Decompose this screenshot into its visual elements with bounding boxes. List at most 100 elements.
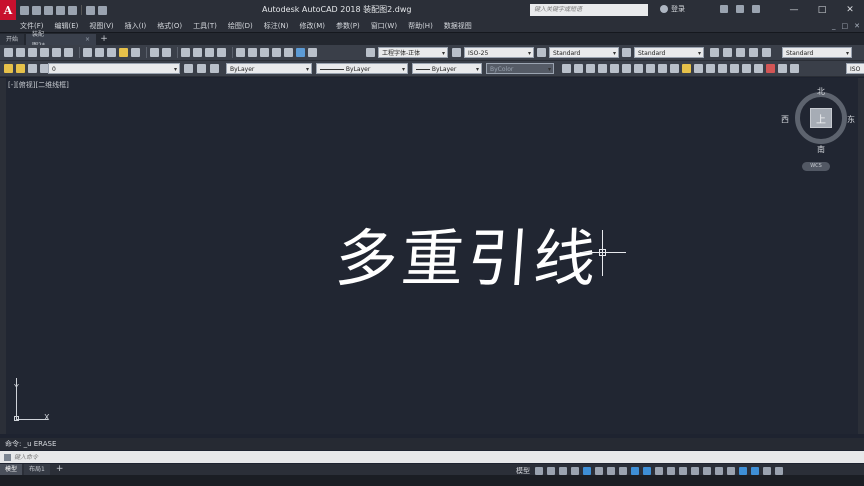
command-customize-icon[interactable] <box>4 453 11 461</box>
menu-tools[interactable]: 工具(T) <box>193 21 217 31</box>
snap-icon[interactable] <box>547 467 555 475</box>
text-style-icon[interactable] <box>366 48 375 57</box>
copy-icon[interactable] <box>95 48 104 57</box>
units-icon[interactable] <box>715 467 723 475</box>
linetype-select[interactable]: ByLayer ▾ <box>316 63 408 74</box>
plotstyle-select[interactable]: ByColor ▾ <box>486 63 554 74</box>
redo-icon[interactable] <box>162 48 171 57</box>
construction-line-icon[interactable] <box>574 64 583 73</box>
sheet-set-icon[interactable] <box>272 48 281 57</box>
rectangle-icon[interactable] <box>610 64 619 73</box>
remove-leader-icon[interactable] <box>736 48 745 57</box>
publish-icon[interactable] <box>64 48 73 57</box>
workspace-icon[interactable] <box>691 467 699 475</box>
dimension-icon[interactable] <box>790 64 799 73</box>
dim-style-select[interactable]: ISO-25 ▾ <box>464 47 534 58</box>
add-selected-icon[interactable] <box>778 64 787 73</box>
table-style-select[interactable]: Standard ▾ <box>549 47 619 58</box>
block-editor-icon[interactable] <box>131 48 140 57</box>
doc-minimize-button[interactable]: _ <box>832 22 836 30</box>
isolate-objects-icon[interactable] <box>739 467 747 475</box>
transparency-icon[interactable] <box>643 467 651 475</box>
revision-cloud-icon[interactable] <box>646 64 655 73</box>
redo-icon[interactable] <box>98 5 107 15</box>
arc-icon[interactable] <box>622 64 631 73</box>
close-button[interactable]: ✕ <box>836 0 864 20</box>
gradient-icon[interactable] <box>730 64 739 73</box>
menu-modify[interactable]: 修改(M) <box>299 21 325 31</box>
ortho-icon[interactable] <box>559 467 567 475</box>
layer-previous-icon[interactable] <box>210 64 219 73</box>
menu-help[interactable]: 帮助(H) <box>408 21 433 31</box>
lineweight-icon[interactable] <box>631 467 639 475</box>
doc-close-button[interactable]: ✕ <box>854 22 860 30</box>
undo-icon[interactable] <box>86 5 95 15</box>
compass-east[interactable]: 东 <box>847 114 855 125</box>
viewcube-face-top[interactable]: 上 <box>810 108 832 128</box>
table-icon[interactable] <box>754 64 763 73</box>
save-icon[interactable] <box>28 48 37 57</box>
color-select[interactable]: ByLayer ▾ <box>226 63 312 74</box>
menu-draw[interactable]: 绘图(D) <box>228 21 253 31</box>
open-icon[interactable] <box>32 5 41 15</box>
object-track-icon[interactable] <box>607 467 615 475</box>
minimize-button[interactable]: — <box>780 0 808 20</box>
polar-icon[interactable] <box>571 467 579 475</box>
menu-view[interactable]: 视图(V) <box>89 21 113 31</box>
search-input[interactable]: 键入关键字或短语 <box>530 4 648 16</box>
tab-close-icon[interactable]: × <box>85 34 90 45</box>
point-icon[interactable] <box>706 64 715 73</box>
tab-start[interactable]: 开始 <box>0 34 25 45</box>
style-select[interactable]: Standard ▾ <box>782 47 852 58</box>
zoom-previous-icon[interactable] <box>217 48 226 57</box>
menu-parametric[interactable]: 参数(P) <box>336 21 360 31</box>
circle-icon[interactable] <box>634 64 643 73</box>
save-icon[interactable] <box>44 5 53 15</box>
lineweight-select[interactable]: ByLayer ▾ <box>412 63 482 74</box>
annotation-scale-icon[interactable] <box>667 467 675 475</box>
dynamic-ucs-icon[interactable] <box>619 467 627 475</box>
paste-icon[interactable] <box>107 48 116 57</box>
help-icon[interactable] <box>752 5 760 13</box>
align-leaders-icon[interactable] <box>749 48 758 57</box>
lock-icon[interactable] <box>28 64 37 73</box>
quick-properties-icon[interactable] <box>727 467 735 475</box>
app-menu-button[interactable]: A <box>0 0 16 20</box>
mleader-style-select[interactable]: Standard ▾ <box>634 47 704 58</box>
hardware-acceleration-icon[interactable] <box>751 467 759 475</box>
line-icon[interactable] <box>562 64 571 73</box>
preview-icon[interactable] <box>52 48 61 57</box>
annotation-scale-select[interactable]: ISO <box>846 63 864 74</box>
collect-leaders-icon[interactable] <box>762 48 771 57</box>
new-icon[interactable] <box>4 48 13 57</box>
wcs-menu-button[interactable]: WCS <box>802 162 830 171</box>
help-icon[interactable] <box>308 48 317 57</box>
clean-screen-icon[interactable] <box>763 467 771 475</box>
mleader-style-icon[interactable] <box>622 48 631 57</box>
layer-select[interactable]: 0 ▾ <box>48 63 180 74</box>
new-icon[interactable] <box>20 5 29 15</box>
annotation-visibility-icon[interactable] <box>679 467 687 475</box>
spline-icon[interactable] <box>658 64 667 73</box>
menu-window[interactable]: 窗口(W) <box>371 21 397 31</box>
table-style-icon[interactable] <box>537 48 546 57</box>
menu-data-view[interactable]: 数据视图 <box>444 21 472 31</box>
multileader-icon[interactable] <box>710 48 719 57</box>
polygon-icon[interactable] <box>598 64 607 73</box>
login-button[interactable]: 登录 <box>660 4 685 14</box>
polyline-icon[interactable] <box>586 64 595 73</box>
print-icon[interactable] <box>40 48 49 57</box>
mtext-icon[interactable] <box>766 64 775 73</box>
selection-cycling-icon[interactable] <box>655 467 663 475</box>
compass-north[interactable]: 北 <box>817 86 825 97</box>
tool-palettes-icon[interactable] <box>260 48 269 57</box>
text-style-select[interactable]: 工程字体-正体 ▾ <box>378 47 448 58</box>
make-block-icon[interactable] <box>694 64 703 73</box>
doc-restore-button[interactable]: □ <box>842 22 849 30</box>
menu-dimension[interactable]: 标注(N) <box>264 21 289 31</box>
cart-icon[interactable] <box>720 5 728 13</box>
object-snap-icon[interactable] <box>583 467 591 475</box>
menu-insert[interactable]: 插入(I) <box>125 21 147 31</box>
compass-west[interactable]: 西 <box>781 114 789 125</box>
tab-drawing[interactable]: 装配图2* × <box>26 31 97 49</box>
